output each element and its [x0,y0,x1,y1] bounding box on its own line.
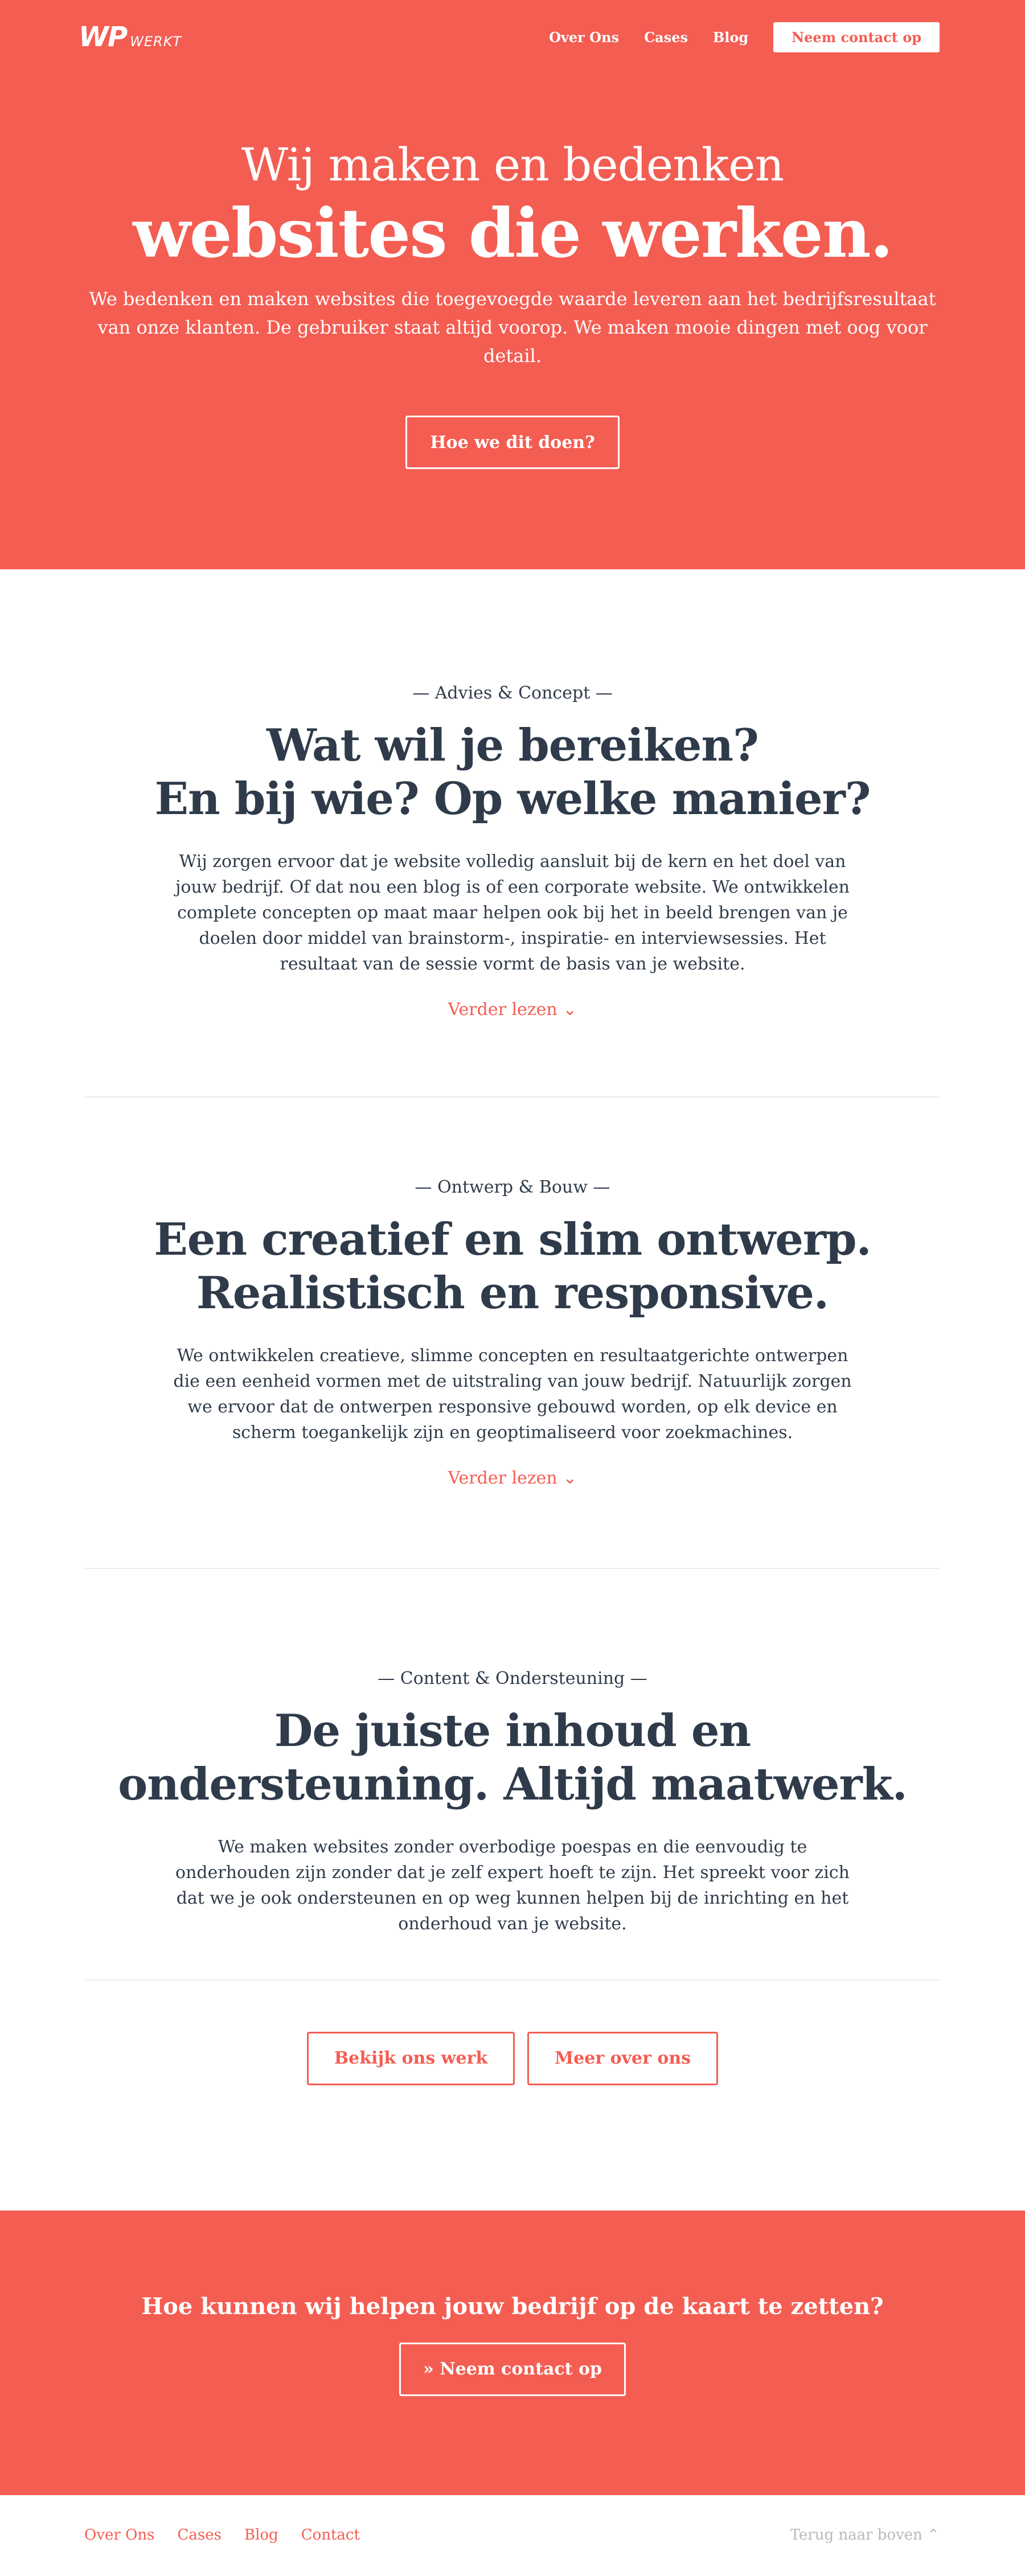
section-heading-line1: De juiste inhoud en [274,1705,752,1757]
read-more-link[interactable]: Verder lezen ⌄ [448,1468,577,1488]
nav-link-blog[interactable]: Blog [713,29,748,46]
nav-link-cases[interactable]: Cases [644,29,688,46]
logo-mark: WP [79,21,128,53]
section-heading: Een creatief en slim ontwerp. Realistisc… [0,1213,1025,1320]
section-heading-line1: Wat wil je bereiken? [266,720,759,771]
section-body: We maken websites zonder overbodige poes… [175,1837,850,1934]
hero-title-line1: Wij maken en bedenken [241,138,784,191]
hero-section: WP werkt Over Ons Cases Blog Neem contac… [0,0,1025,569]
logo[interactable]: WP werkt [79,21,182,53]
hero-title: Wij maken en bedenken websites die werke… [0,137,1025,273]
section-heading-line2: ondersteuning. Altijd maatwerk. [118,1759,908,1810]
section-eyebrow: — Advies & Concept — [412,683,613,703]
footer: Over Ons Cases Blog Contact Terug naar b… [0,2495,1025,2574]
back-to-top-link[interactable]: Terug naar boven ⌃ [790,2526,940,2544]
cta-contact-label: Neem contact op [440,2359,602,2379]
footer-link-contact[interactable]: Contact [301,2526,360,2544]
hero-content: Wij maken en bedenken websites die werke… [0,137,1025,469]
cta-title: Hoe kunnen wij helpen jouw bedrijf op de… [141,2293,884,2320]
footer-links: Over Ons Cases Blog Contact [84,2526,360,2544]
section-body: Wij zorgen ervoor dat je website volledi… [175,852,850,974]
chevron-up-icon: ⌃ [927,2526,940,2544]
nav-links: Over Ons Cases Blog Neem contact op [549,22,940,52]
logo-wordmark: werkt [130,34,182,50]
section-ontwerp-bouw: — Ontwerp & Bouw — Een creatief en slim … [0,1098,1025,1568]
action-buttons: Bekijk ons werk Meer over ons [0,1981,1025,2211]
hero-title-line2: websites die werken. [133,194,893,273]
section-eyebrow: — Content & Ondersteuning — [378,1669,647,1688]
top-nav: WP werkt Over Ons Cases Blog Neem contac… [0,0,1025,74]
double-chevron-right-icon: » [423,2359,434,2379]
more-about-button[interactable]: Meer over ons [527,2032,718,2085]
footer-link-cases[interactable]: Cases [178,2526,222,2544]
chevron-down-icon: ⌄ [563,1000,577,1020]
cta-contact-button[interactable]: » Neem contact op [399,2343,626,2396]
nav-contact-button[interactable]: Neem contact op [773,22,940,52]
read-more-link[interactable]: Verder lezen ⌄ [448,1000,577,1020]
back-to-top-label: Terug naar boven [790,2526,922,2544]
footer-link-over-ons[interactable]: Over Ons [84,2526,155,2544]
section-advies-concept: — Advies & Concept — Wat wil je bereiken… [0,569,1025,1096]
view-work-button[interactable]: Bekijk ons werk [307,2032,515,2085]
read-more-label: Verder lezen [448,1468,557,1488]
contact-cta-section: Hoe kunnen wij helpen jouw bedrijf op de… [0,2211,1025,2495]
section-heading-line1: Een creatief en slim ontwerp. [154,1214,871,1266]
section-eyebrow: — Ontwerp & Bouw — [415,1177,610,1197]
hero-subtitle: We bedenken en maken websites die toegev… [89,288,936,367]
section-heading: Wat wil je bereiken? En bij wie? Op welk… [0,719,1025,826]
read-more-label: Verder lezen [448,1000,557,1020]
section-heading-line2: En bij wie? Op welke manier? [154,773,871,825]
chevron-down-icon: ⌄ [563,1468,577,1488]
footer-link-blog[interactable]: Blog [244,2526,278,2544]
hero-how-button[interactable]: Hoe we dit doen? [405,416,620,469]
section-content-ondersteuning: — Content & Ondersteuning — De juiste in… [0,1569,1025,1979]
section-body: We ontwikkelen creatieve, slimme concept… [173,1346,852,1443]
nav-link-over-ons[interactable]: Over Ons [549,29,619,46]
section-heading: De juiste inhoud en ondersteuning. Altij… [0,1704,1025,1811]
section-heading-line2: Realistisch en responsive. [196,1267,829,1319]
